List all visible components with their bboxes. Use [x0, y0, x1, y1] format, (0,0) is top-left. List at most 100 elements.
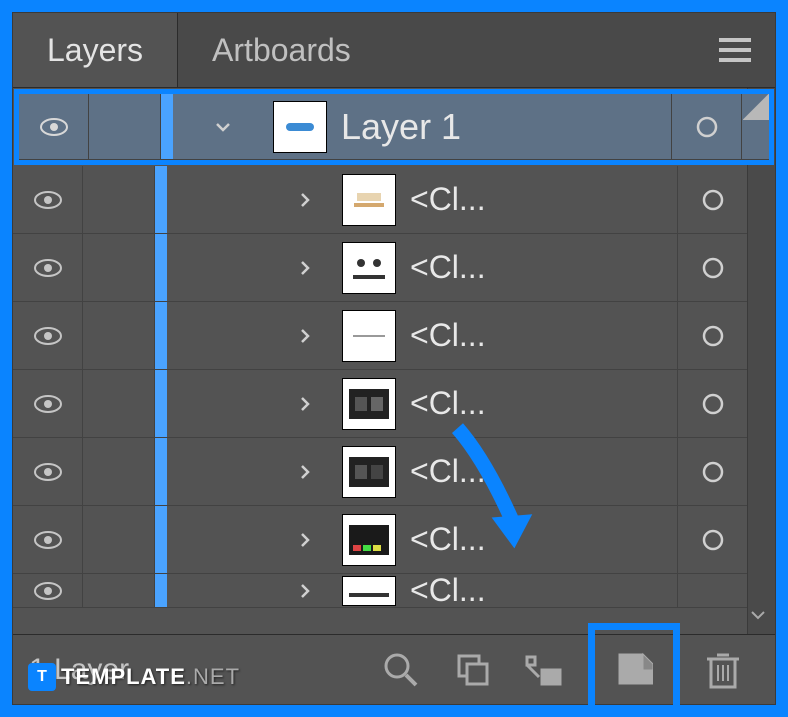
visibility-toggle[interactable] [13, 234, 83, 301]
sublayer-row[interactable]: <Cl... [13, 506, 775, 574]
visibility-toggle[interactable] [13, 574, 83, 607]
lock-column[interactable] [83, 438, 155, 505]
target-button[interactable] [671, 94, 741, 159]
sublayer-thumbnail[interactable] [342, 174, 396, 226]
sublayer-thumbnail[interactable] [342, 446, 396, 498]
chevron-right-icon [296, 191, 314, 209]
chevron-right-icon [296, 395, 314, 413]
target-button[interactable] [677, 234, 747, 301]
lock-column[interactable] [83, 370, 155, 437]
lock-column[interactable] [83, 234, 155, 301]
eye-icon [34, 531, 62, 549]
sublayer-row[interactable]: <Cl... [13, 302, 775, 370]
layer-color-indicator [155, 234, 167, 301]
clipping-mask-button[interactable] [451, 648, 495, 692]
new-layer-icon [615, 650, 653, 688]
new-sublayer-button[interactable] [523, 648, 567, 692]
expand-toggle[interactable] [167, 166, 342, 233]
sublayer-thumbnail[interactable] [342, 242, 396, 294]
sublayer-name[interactable]: <Cl... [410, 521, 677, 558]
target-button[interactable] [677, 302, 747, 369]
new-layer-button[interactable] [595, 630, 673, 708]
sublayer-row[interactable]: <Cl... [13, 370, 775, 438]
sublayer-name[interactable]: <Cl... [410, 249, 677, 286]
circle-icon [702, 325, 724, 347]
visibility-toggle[interactable] [13, 370, 83, 437]
footer-buttons [379, 632, 745, 708]
circle-icon [702, 461, 724, 483]
eye-icon [40, 118, 68, 136]
circle-icon [702, 393, 724, 415]
layer-thumbnail[interactable] [273, 101, 327, 153]
target-button[interactable] [677, 438, 747, 505]
sublayer-thumbnail[interactable] [342, 514, 396, 566]
sublayer-thumbnail[interactable] [342, 310, 396, 362]
visibility-toggle[interactable] [13, 166, 83, 233]
sublayer-row[interactable]: <Cl... [13, 234, 775, 302]
locate-object-button[interactable] [379, 648, 423, 692]
chevron-down-icon [749, 606, 767, 624]
lock-column[interactable] [83, 574, 155, 607]
delete-button[interactable] [701, 648, 745, 692]
target-button[interactable] [677, 574, 747, 607]
layer-color-indicator [161, 94, 173, 159]
expand-toggle[interactable] [167, 370, 342, 437]
scrollbar[interactable] [747, 88, 775, 634]
layer-color-indicator [155, 370, 167, 437]
selection-column[interactable] [741, 94, 769, 159]
sublayer-name[interactable]: <Cl... [410, 181, 677, 218]
target-button[interactable] [677, 166, 747, 233]
sublayer-name[interactable]: <Cl... [410, 574, 677, 608]
panel-menu-button[interactable] [715, 30, 755, 70]
expand-toggle[interactable] [167, 438, 342, 505]
sublayer-name[interactable]: <Cl... [410, 453, 677, 490]
sublayer-thumbnail[interactable] [342, 576, 396, 606]
visibility-toggle[interactable] [13, 506, 83, 573]
tab-artboards[interactable]: Artboards [178, 13, 385, 87]
visibility-toggle[interactable] [13, 302, 83, 369]
lock-column[interactable] [89, 94, 161, 159]
circle-icon [702, 529, 724, 551]
eye-icon [34, 259, 62, 277]
selection-flag-icon [743, 94, 769, 120]
visibility-toggle[interactable] [19, 94, 89, 159]
layer-name[interactable]: Layer 1 [341, 106, 671, 148]
expand-toggle[interactable] [167, 234, 342, 301]
expand-toggle[interactable] [173, 94, 273, 159]
layer-color-indicator [155, 574, 167, 607]
tab-layers[interactable]: Layers [13, 13, 178, 87]
chevron-down-icon [214, 118, 232, 136]
watermark: T TEMPLATE.NET [28, 663, 240, 691]
clipping-mask-icon [456, 653, 490, 687]
expand-toggle[interactable] [167, 302, 342, 369]
lock-column[interactable] [83, 506, 155, 573]
sublayer-row[interactable]: <Cl... [13, 574, 775, 608]
expand-toggle[interactable] [167, 506, 342, 573]
eye-icon [34, 463, 62, 481]
layer-color-indicator [155, 506, 167, 573]
circle-icon [696, 116, 718, 138]
sublayer-name[interactable]: <Cl... [410, 385, 677, 422]
chevron-right-icon [296, 582, 314, 600]
eye-icon [34, 191, 62, 209]
expand-toggle[interactable] [167, 574, 342, 607]
lock-column[interactable] [83, 166, 155, 233]
eye-icon [34, 395, 62, 413]
target-button[interactable] [677, 506, 747, 573]
sublayer-row[interactable]: <Cl... [13, 166, 775, 234]
trash-icon [707, 651, 739, 689]
search-icon [382, 651, 420, 689]
watermark-text: TEMPLATE.NET [61, 664, 240, 690]
chevron-right-icon [296, 531, 314, 549]
hamburger-icon [719, 38, 751, 62]
visibility-toggle[interactable] [13, 438, 83, 505]
lock-column[interactable] [83, 302, 155, 369]
sublayer-thumbnail[interactable] [342, 378, 396, 430]
sublayer-name[interactable]: <Cl... [410, 317, 677, 354]
sublayer-row[interactable]: <Cl... [13, 438, 775, 506]
new-sublayer-icon [525, 653, 565, 687]
target-button[interactable] [677, 370, 747, 437]
circle-icon [702, 189, 724, 211]
chevron-right-icon [296, 327, 314, 345]
layer-row-main[interactable]: Layer 1 [19, 94, 769, 160]
